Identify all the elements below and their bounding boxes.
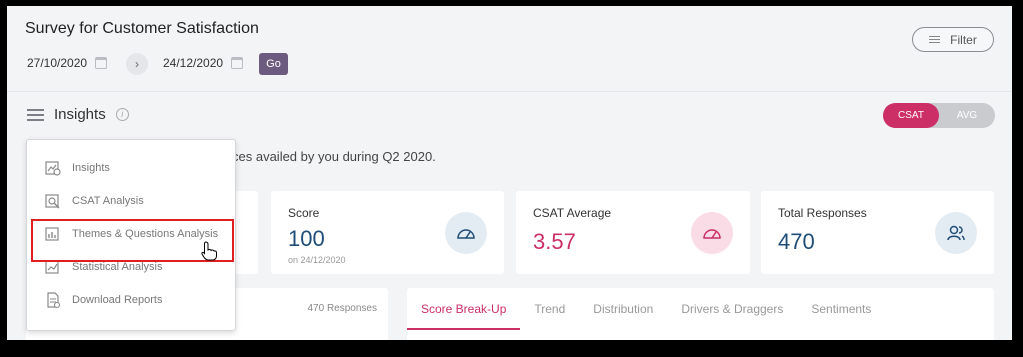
tab-distribution[interactable]: Distribution [579, 288, 667, 330]
score-card: Score 100 on 24/12/2020 [271, 191, 504, 274]
start-date-value: 27/10/2020 [27, 56, 88, 70]
score-value: 100 [288, 226, 325, 251]
csat-avg-toggle[interactable]: CSAT AVG [883, 103, 995, 128]
csat-average-card: CSAT Average 3.57 [516, 191, 750, 274]
calendar-icon[interactable] [95, 57, 108, 69]
filter-icon [929, 36, 941, 43]
total-responses-value: 470 [778, 229, 815, 254]
menu-item-csat-analysis[interactable]: CSAT Analysis [27, 186, 235, 216]
menu-item-label: CSAT Analysis [72, 195, 144, 207]
tab-sentiments[interactable]: Sentiments [797, 288, 885, 330]
tab-score-break-up[interactable]: Score Break-Up [407, 288, 521, 330]
csat-analysis-icon [45, 194, 60, 209]
tab-trend[interactable]: Trend [520, 288, 579, 330]
toggle-csat[interactable]: CSAT [883, 103, 939, 128]
csat-average-label: CSAT Average [533, 206, 612, 220]
insights-title: Insights [54, 106, 106, 123]
analysis-panel: Score Break-Up Trend Distribution Driver… [407, 288, 994, 340]
speedometer-icon [691, 212, 733, 254]
csat-average-value: 3.57 [533, 229, 576, 254]
tab-drivers-draggers[interactable]: Drivers & Draggers [667, 288, 797, 330]
menu-item-label: Insights [72, 162, 110, 174]
go-button[interactable]: Go [259, 53, 288, 75]
total-responses-label: Total Responses [778, 206, 867, 220]
chevron-right-icon[interactable]: › [126, 53, 148, 75]
insights-icon [45, 161, 61, 176]
speedometer-icon [445, 212, 487, 254]
total-responses-card: Total Responses 470 [761, 191, 994, 274]
end-date-value: 24/12/2020 [163, 56, 224, 70]
responses-count: 470 Responses [307, 303, 378, 314]
end-date-field[interactable]: 24/12/2020 [163, 56, 244, 70]
score-date: on 24/12/2020 [288, 255, 346, 265]
menu-item-label: Download Reports [72, 294, 163, 306]
hamburger-menu-icon[interactable] [27, 108, 44, 121]
hand-cursor-icon [201, 241, 217, 261]
filter-button[interactable]: Filter [912, 27, 994, 52]
analysis-tabs: Score Break-Up Trend Distribution Driver… [407, 288, 885, 330]
toggle-avg[interactable]: AVG [939, 103, 995, 128]
insights-subtitle: ces availed by you during Q2 2020. [232, 149, 436, 164]
page-title: Survey for Customer Satisfaction [25, 20, 259, 37]
menu-item-label: Statistical Analysis [72, 261, 163, 273]
calendar-icon[interactable] [231, 57, 244, 69]
menu-item-insights[interactable]: Insights [27, 153, 235, 183]
score-label: Score [288, 206, 320, 220]
info-icon[interactable]: i [115, 108, 129, 121]
start-date-field[interactable]: 27/10/2020 [27, 56, 108, 70]
filter-label: Filter [950, 32, 977, 47]
page-header: Survey for Customer Satisfaction 27/10/2… [7, 6, 1012, 92]
menu-item-download-reports[interactable]: Download Reports [27, 285, 235, 315]
download-reports-icon [47, 292, 61, 309]
users-icon [935, 212, 977, 254]
insights-bar: Insights i [27, 106, 129, 123]
app-window: Survey for Customer Satisfaction 27/10/2… [7, 6, 1012, 340]
